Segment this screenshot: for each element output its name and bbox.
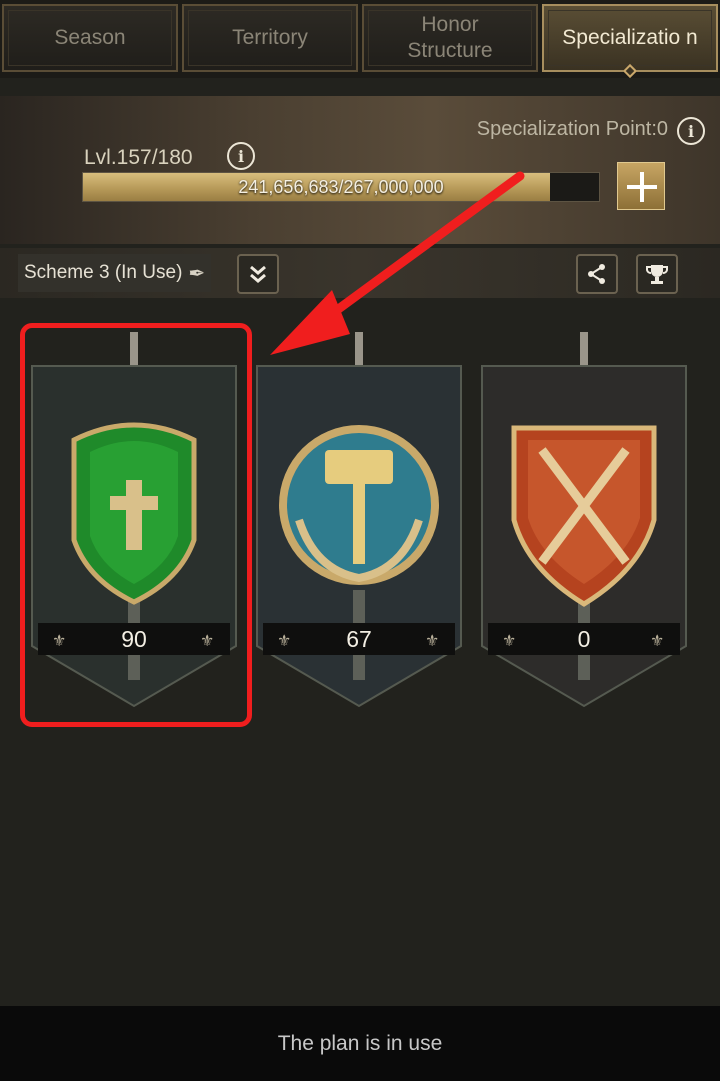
hammer-wreath-icon: [279, 425, 439, 585]
status-toast: The plan is in use: [0, 1006, 720, 1081]
annotation-arrow-icon: [270, 171, 525, 355]
status-toast-text: The plan is in use: [277, 1031, 443, 1055]
card-value: 67: [346, 625, 372, 652]
card-value: 0: [577, 625, 591, 652]
